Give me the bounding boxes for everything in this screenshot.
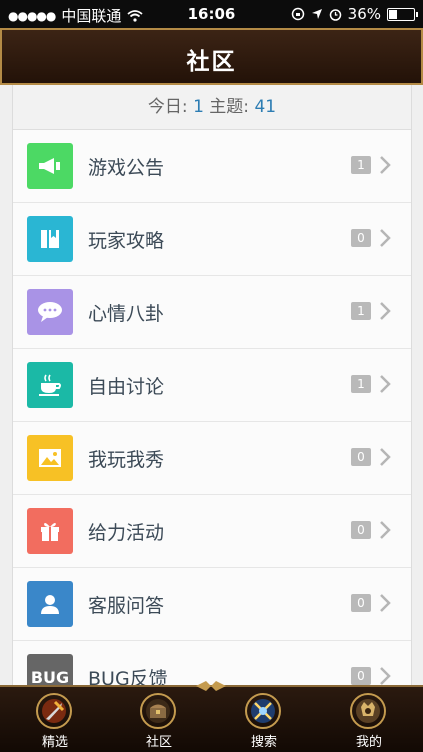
tabbar-ornament-icon — [196, 681, 226, 691]
bug-icon-text: BUG — [30, 667, 70, 686]
rotation-lock-icon — [291, 7, 304, 21]
warrior-avatar-icon — [350, 693, 386, 729]
battery-percentage: 36% — [347, 5, 381, 23]
coffee-cup-icon — [27, 362, 73, 408]
nav-header: 社区 — [0, 28, 423, 85]
count-badge: 1 — [351, 156, 371, 174]
tab-label: 搜索 — [250, 735, 277, 750]
tab-2[interactable]: 社区 — [124, 687, 194, 752]
count-badge: 1 — [351, 302, 371, 320]
chevron-right-icon — [380, 302, 391, 320]
forum-row[interactable]: 玩家攻略 0 — [13, 203, 411, 276]
user-icon — [27, 581, 73, 627]
forum-label: 我玩我秀 — [88, 449, 165, 471]
count-badge: 1 — [351, 375, 371, 393]
chevron-right-icon — [380, 521, 391, 539]
magic-orb-icon — [245, 693, 281, 729]
forum-row[interactable]: 心情八卦 1 — [13, 276, 411, 349]
tab-label: 精选 — [41, 735, 68, 750]
megaphone-icon — [27, 143, 73, 189]
today-label: 今日: — [147, 97, 188, 117]
forum-label: BUG反馈 — [88, 668, 168, 685]
count-badge: 0 — [351, 448, 371, 466]
tab-4[interactable]: 我的 — [334, 687, 404, 752]
picture-icon — [27, 435, 73, 481]
treasure-chest-icon — [140, 693, 176, 729]
forum-label: 客服问答 — [88, 595, 165, 617]
alarm-clock-icon — [329, 8, 341, 21]
forum-label: 自由讨论 — [88, 376, 165, 398]
location-arrow-icon — [311, 9, 322, 19]
chevron-right-icon — [380, 594, 391, 612]
topics-count: 41 — [254, 97, 277, 117]
page-title: 社区 — [186, 49, 237, 75]
battery-icon — [387, 7, 418, 21]
gift-icon — [27, 508, 73, 554]
sword-icon — [36, 693, 72, 729]
tab-3[interactable]: 搜索 — [229, 687, 299, 752]
chat-bubble-icon — [27, 289, 73, 335]
chevron-right-icon — [380, 156, 391, 174]
forum-label: 心情八卦 — [88, 303, 165, 325]
chevron-right-icon — [380, 375, 391, 393]
forum-label: 给力活动 — [88, 522, 165, 544]
chevron-right-icon — [380, 448, 391, 466]
tab-1[interactable]: 精选 — [20, 687, 90, 752]
book-icon — [27, 216, 73, 262]
forum-row[interactable]: 客服问答 0 — [13, 568, 411, 641]
chevron-right-icon — [380, 667, 391, 685]
forum-row[interactable]: 游戏公告 1 — [13, 130, 411, 203]
bug-icon: BUG — [27, 654, 73, 685]
forum-row[interactable]: 给力活动 0 — [13, 495, 411, 568]
forum-label: 游戏公告 — [88, 157, 165, 179]
tab-bar: 精选 社区 搜索 我的 — [0, 681, 423, 752]
count-badge: 0 — [351, 521, 371, 539]
today-count: 1 — [193, 97, 204, 117]
count-badge: 0 — [351, 229, 371, 247]
forum-list: 游戏公告 1 玩家攻略 0 心情八卦 1 自由讨论 1 我玩我秀 0 给力活动 0 客服问答 0 BUG BU… — [13, 130, 411, 685]
forum-row[interactable]: 我玩我秀 0 — [13, 422, 411, 495]
forum-label: 玩家攻略 — [88, 230, 165, 252]
status-bar: ●●●●● 中国联通 16:06 36% — [0, 0, 423, 28]
tab-label: 社区 — [145, 735, 172, 750]
forum-list-container[interactable]: 今日: 1 主题: 41 游戏公告 1 玩家攻略 0 心情八卦 1 自由讨论 1 我玩我秀 0 给力… — [12, 85, 412, 685]
tab-label: 我的 — [355, 735, 382, 750]
count-badge: 0 — [351, 667, 371, 685]
topics-label: 主题: — [209, 97, 250, 117]
chevron-right-icon — [380, 229, 391, 247]
forum-row[interactable]: 自由讨论 1 — [13, 349, 411, 422]
stats-bar: 今日: 1 主题: 41 — [13, 85, 411, 130]
count-badge: 0 — [351, 594, 371, 612]
